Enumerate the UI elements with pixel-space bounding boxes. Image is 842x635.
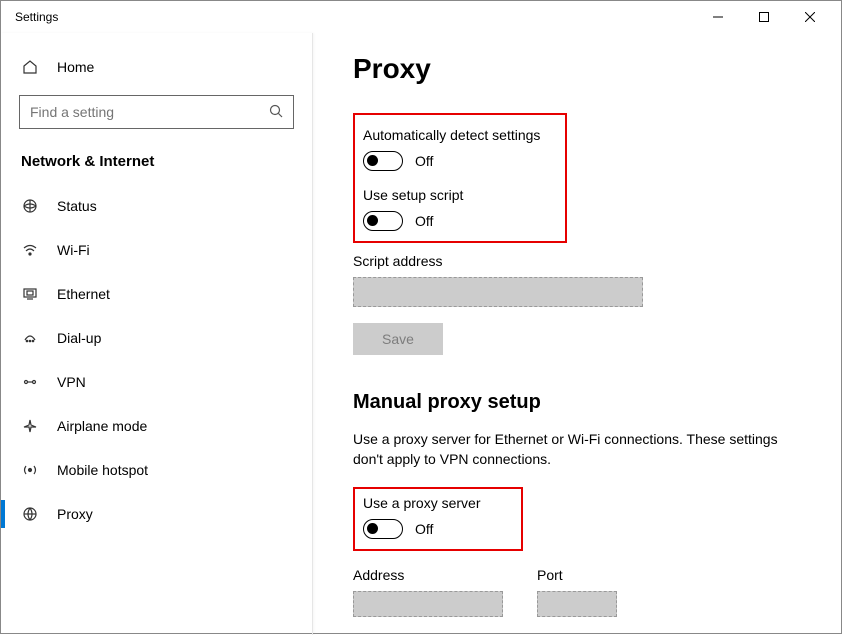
port-label: Port (537, 567, 617, 583)
save-button[interactable]: Save (353, 323, 443, 355)
sidebar-item-label: Status (57, 198, 97, 214)
use-proxy-state: Off (415, 521, 433, 537)
search-icon (269, 104, 283, 121)
setup-script-label: Use setup script (363, 187, 553, 203)
sidebar-item-vpn[interactable]: VPN (1, 360, 312, 404)
auto-detect-label: Automatically detect settings (363, 127, 553, 143)
sidebar-item-label: VPN (57, 374, 86, 390)
window-controls (695, 1, 833, 33)
sidebar-item-label: Proxy (57, 506, 93, 522)
content-area: Proxy Automatically detect settings Off … (313, 33, 841, 635)
window-title: Settings (9, 10, 58, 24)
ethernet-icon (21, 286, 39, 302)
auto-detect-toggle[interactable] (363, 151, 403, 171)
setup-script-state: Off (415, 213, 433, 229)
dialup-icon (21, 330, 39, 346)
maximize-button[interactable] (741, 1, 787, 33)
highlight-auto-section: Automatically detect settings Off Use se… (353, 113, 567, 243)
status-icon (21, 198, 39, 214)
sidebar-section-title: Network & Internet (1, 143, 312, 184)
titlebar: Settings (1, 1, 841, 33)
setup-script-toggle[interactable] (363, 211, 403, 231)
sidebar-item-dialup[interactable]: Dial-up (1, 316, 312, 360)
sidebar-item-proxy[interactable]: Proxy (1, 492, 312, 536)
wifi-icon (21, 242, 39, 258)
address-input[interactable] (353, 591, 503, 617)
sidebar-item-ethernet[interactable]: Ethernet (1, 272, 312, 316)
sidebar: Home Network & Internet Status Wi-Fi (1, 33, 313, 635)
home-label: Home (57, 59, 94, 75)
sidebar-item-status[interactable]: Status (1, 184, 312, 228)
sidebar-item-label: Ethernet (57, 286, 110, 302)
sidebar-item-label: Wi-Fi (57, 242, 90, 258)
manual-description: Use a proxy server for Ethernet or Wi-Fi… (353, 430, 783, 469)
search-input[interactable] (30, 104, 245, 120)
proxy-icon (21, 506, 39, 522)
sidebar-item-hotspot[interactable]: Mobile hotspot (1, 448, 312, 492)
manual-heading: Manual proxy setup (353, 391, 811, 414)
script-address-label: Script address (353, 253, 811, 269)
home-nav-item[interactable]: Home (1, 45, 312, 89)
address-label: Address (353, 567, 503, 583)
use-proxy-toggle[interactable] (363, 519, 403, 539)
hotspot-icon (21, 462, 39, 478)
search-box[interactable] (19, 95, 294, 129)
airplane-icon (21, 418, 39, 434)
minimize-button[interactable] (695, 1, 741, 33)
port-input[interactable] (537, 591, 617, 617)
auto-detect-state: Off (415, 153, 433, 169)
home-icon (21, 59, 39, 75)
sidebar-item-wifi[interactable]: Wi-Fi (1, 228, 312, 272)
close-button[interactable] (787, 1, 833, 33)
sidebar-item-label: Mobile hotspot (57, 462, 148, 478)
use-proxy-label: Use a proxy server (363, 495, 509, 511)
sidebar-item-label: Airplane mode (57, 418, 147, 434)
sidebar-item-label: Dial-up (57, 330, 101, 346)
sidebar-item-airplane[interactable]: Airplane mode (1, 404, 312, 448)
highlight-proxy-section: Use a proxy server Off (353, 487, 523, 551)
vpn-icon (21, 374, 39, 390)
page-title: Proxy (353, 53, 811, 85)
script-address-input[interactable] (353, 277, 643, 307)
